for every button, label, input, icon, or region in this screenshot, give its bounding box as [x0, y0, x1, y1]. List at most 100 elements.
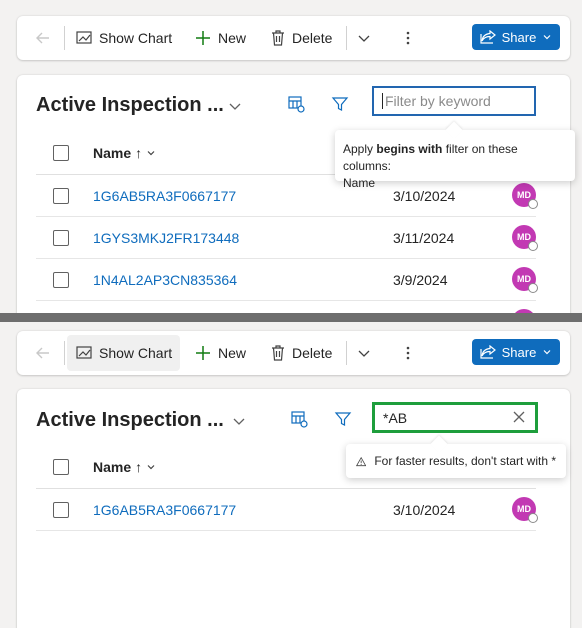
more-commands-dropdown[interactable]: [356, 16, 372, 60]
new-label: New: [218, 30, 247, 46]
table-row[interactable]: 1GYS3MKJ2FR173448 3/11/2024 MD: [36, 217, 538, 259]
chevron-down-icon: [358, 350, 370, 357]
grid-card: Active Inspection ... Filter by keyword …: [17, 75, 570, 313]
plus-icon: [196, 346, 210, 360]
new-button[interactable]: New: [194, 16, 246, 60]
chevron-down-icon: [543, 35, 551, 40]
delete-label: Delete: [292, 30, 333, 46]
row-checkbox[interactable]: [53, 188, 69, 204]
show-chart-button[interactable]: Show Chart: [67, 335, 181, 371]
share-icon: [480, 345, 496, 359]
grid-card: Active Inspection ... *AB Name ↑ 1G6AB5R…: [17, 389, 570, 628]
show-chart-label: Show Chart: [99, 30, 173, 46]
search-placeholder: Filter by keyword: [382, 93, 491, 109]
table-row[interactable]: 1N4AL2AP3CN835364 3/9/2024 MD: [36, 259, 538, 301]
name-column-label: Name: [93, 459, 132, 475]
view-selector-chevron-icon[interactable]: [231, 413, 247, 429]
clear-icon[interactable]: [511, 409, 527, 425]
presence-icon: [528, 241, 538, 251]
view-title[interactable]: Active Inspection ...: [36, 409, 224, 432]
view-selector-chevron-icon[interactable]: [227, 98, 243, 114]
screenshot-divider: [0, 313, 582, 322]
back-button[interactable]: [35, 331, 51, 375]
warning-text: For faster results, don't start with *: [374, 454, 556, 468]
more-commands-dropdown[interactable]: [356, 331, 372, 375]
new-button[interactable]: New: [194, 331, 246, 375]
trash-icon: [272, 345, 284, 361]
bottom-panel: Show Chart New Delete Share Active Inspe…: [0, 322, 582, 628]
search-warning-tooltip: For faster results, don't start with *: [346, 435, 566, 478]
sort-ascending-icon: ↑: [135, 145, 143, 161]
filter-icon[interactable]: [334, 410, 352, 428]
record-date: 3/10/2024: [393, 502, 456, 518]
avatar[interactable]: MD: [512, 267, 538, 293]
edit-columns-icon[interactable]: [290, 410, 308, 428]
record-date: 3/11/2024: [393, 230, 455, 246]
show-chart-label: Show Chart: [99, 345, 173, 361]
record-name-link[interactable]: 1GYS3MKJ2FR173448: [93, 230, 239, 246]
row-checkbox[interactable]: [53, 502, 69, 518]
overflow-menu-button[interactable]: [400, 16, 416, 60]
row-checkbox[interactable]: [53, 230, 69, 246]
divider: [64, 26, 65, 50]
tooltip-text: Apply begins with filter on these column…: [343, 141, 567, 192]
record-name-link[interactable]: 1G6AB5RA3F0667177: [93, 502, 236, 518]
presence-icon: [528, 283, 538, 293]
delete-button[interactable]: Delete: [270, 331, 332, 375]
chevron-down-icon: [358, 35, 370, 42]
row-checkbox[interactable]: [53, 272, 69, 288]
filter-hint-tooltip: Apply begins with filter on these column…: [335, 121, 575, 190]
plus-icon: [196, 31, 210, 45]
chart-icon: [76, 31, 92, 44]
filter-icon[interactable]: [331, 95, 349, 113]
divider: [346, 341, 347, 365]
edit-columns-icon[interactable]: [287, 95, 305, 113]
share-label: Share: [501, 29, 537, 45]
filter-keyword-input[interactable]: *AB: [372, 402, 538, 433]
tooltip-bold: begins with: [376, 142, 443, 156]
share-button[interactable]: Share: [472, 24, 560, 50]
tooltip-prefix: Apply: [343, 142, 377, 156]
warning-icon: [356, 456, 367, 466]
name-column-header[interactable]: Name ↑: [93, 459, 156, 475]
back-arrow-icon: [36, 347, 49, 359]
presence-icon: [528, 199, 538, 209]
record-name-link[interactable]: 1N4AL2AP3CN835364: [93, 272, 237, 288]
tooltip-column: Name: [343, 176, 376, 190]
avatar[interactable]: MD: [512, 225, 538, 251]
show-chart-button[interactable]: Show Chart: [75, 16, 172, 60]
new-label: New: [218, 345, 247, 361]
back-arrow-icon: [36, 32, 49, 44]
avatar-initials: MD: [517, 504, 531, 514]
avatar[interactable]: MD: [512, 497, 538, 523]
chart-icon: [76, 346, 92, 359]
more-vertical-icon: [406, 31, 410, 45]
chevron-down-icon: [147, 465, 155, 470]
name-column-label: Name: [93, 145, 132, 161]
record-name-link[interactable]: 1G6AB5RA3F0667177: [93, 188, 236, 204]
more-vertical-icon: [406, 346, 410, 360]
select-all-checkbox[interactable]: [53, 459, 69, 475]
filter-keyword-input[interactable]: Filter by keyword: [372, 86, 536, 116]
back-button[interactable]: [35, 16, 51, 60]
sort-ascending-icon: ↑: [135, 459, 143, 475]
table-row[interactable]: 1G6AB5RA3F0667177 3/10/2024 MD: [36, 489, 538, 531]
delete-button[interactable]: Delete: [270, 16, 332, 60]
overflow-menu-button[interactable]: [400, 331, 416, 375]
view-title[interactable]: Active Inspection ...: [36, 94, 224, 117]
select-all-checkbox[interactable]: [53, 145, 69, 161]
record-date: 3/9/2024: [393, 272, 448, 288]
divider: [346, 26, 347, 50]
share-button[interactable]: Share: [472, 339, 560, 365]
command-bar: Show Chart New Delete Share: [17, 16, 570, 60]
top-panel: Show Chart New Delete Share Active Inspe…: [0, 0, 582, 313]
trash-icon: [272, 30, 284, 46]
share-icon: [480, 30, 496, 44]
table-row[interactable]: [36, 301, 536, 313]
command-bar: Show Chart New Delete Share: [17, 331, 570, 375]
chevron-down-icon: [543, 350, 551, 355]
name-column-header[interactable]: Name ↑: [93, 145, 156, 161]
chevron-down-icon: [147, 151, 155, 156]
divider: [64, 341, 65, 365]
avatar-initials: MD: [517, 232, 531, 242]
